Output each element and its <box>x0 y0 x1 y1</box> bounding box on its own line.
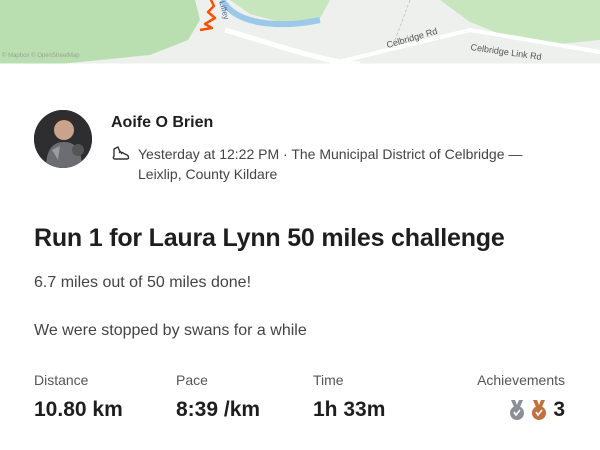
running-shoe-icon <box>112 146 130 160</box>
distance-label: Distance <box>34 372 89 388</box>
route-map[interactable]: Liffey Celbridge Rd Celbridge Link Rd © … <box>0 0 600 64</box>
silver-medal-icon <box>510 400 525 420</box>
achievements-label: Achievements <box>477 372 565 388</box>
activity-description: 6.7 miles out of 50 miles done! <box>34 274 252 291</box>
bronze-medal-icon <box>532 400 547 420</box>
time-label: Time <box>313 372 344 388</box>
map-attribution[interactable]: © Mapbox © OpenStreetMap <box>2 53 80 59</box>
avatar-image <box>34 110 92 168</box>
athlete-name[interactable]: Aoife O Brien <box>111 114 213 132</box>
activity-description-note: We were stopped by swans for a while <box>34 322 307 339</box>
achievements[interactable]: 3 <box>507 398 565 422</box>
achievements-count: 3 <box>553 398 565 421</box>
pace-value: 8:39 /km <box>176 398 261 421</box>
avatar[interactable] <box>34 110 92 168</box>
pace-label: Pace <box>176 372 208 388</box>
distance-value: 10.80 km <box>34 398 123 421</box>
activity-title[interactable]: Run 1 for Laura Lynn 50 miles challenge <box>34 224 505 253</box>
time-value: 1h 33m <box>313 398 386 421</box>
activity-meta: Yesterday at 12:22 PM · The Municipal Di… <box>138 146 523 182</box>
